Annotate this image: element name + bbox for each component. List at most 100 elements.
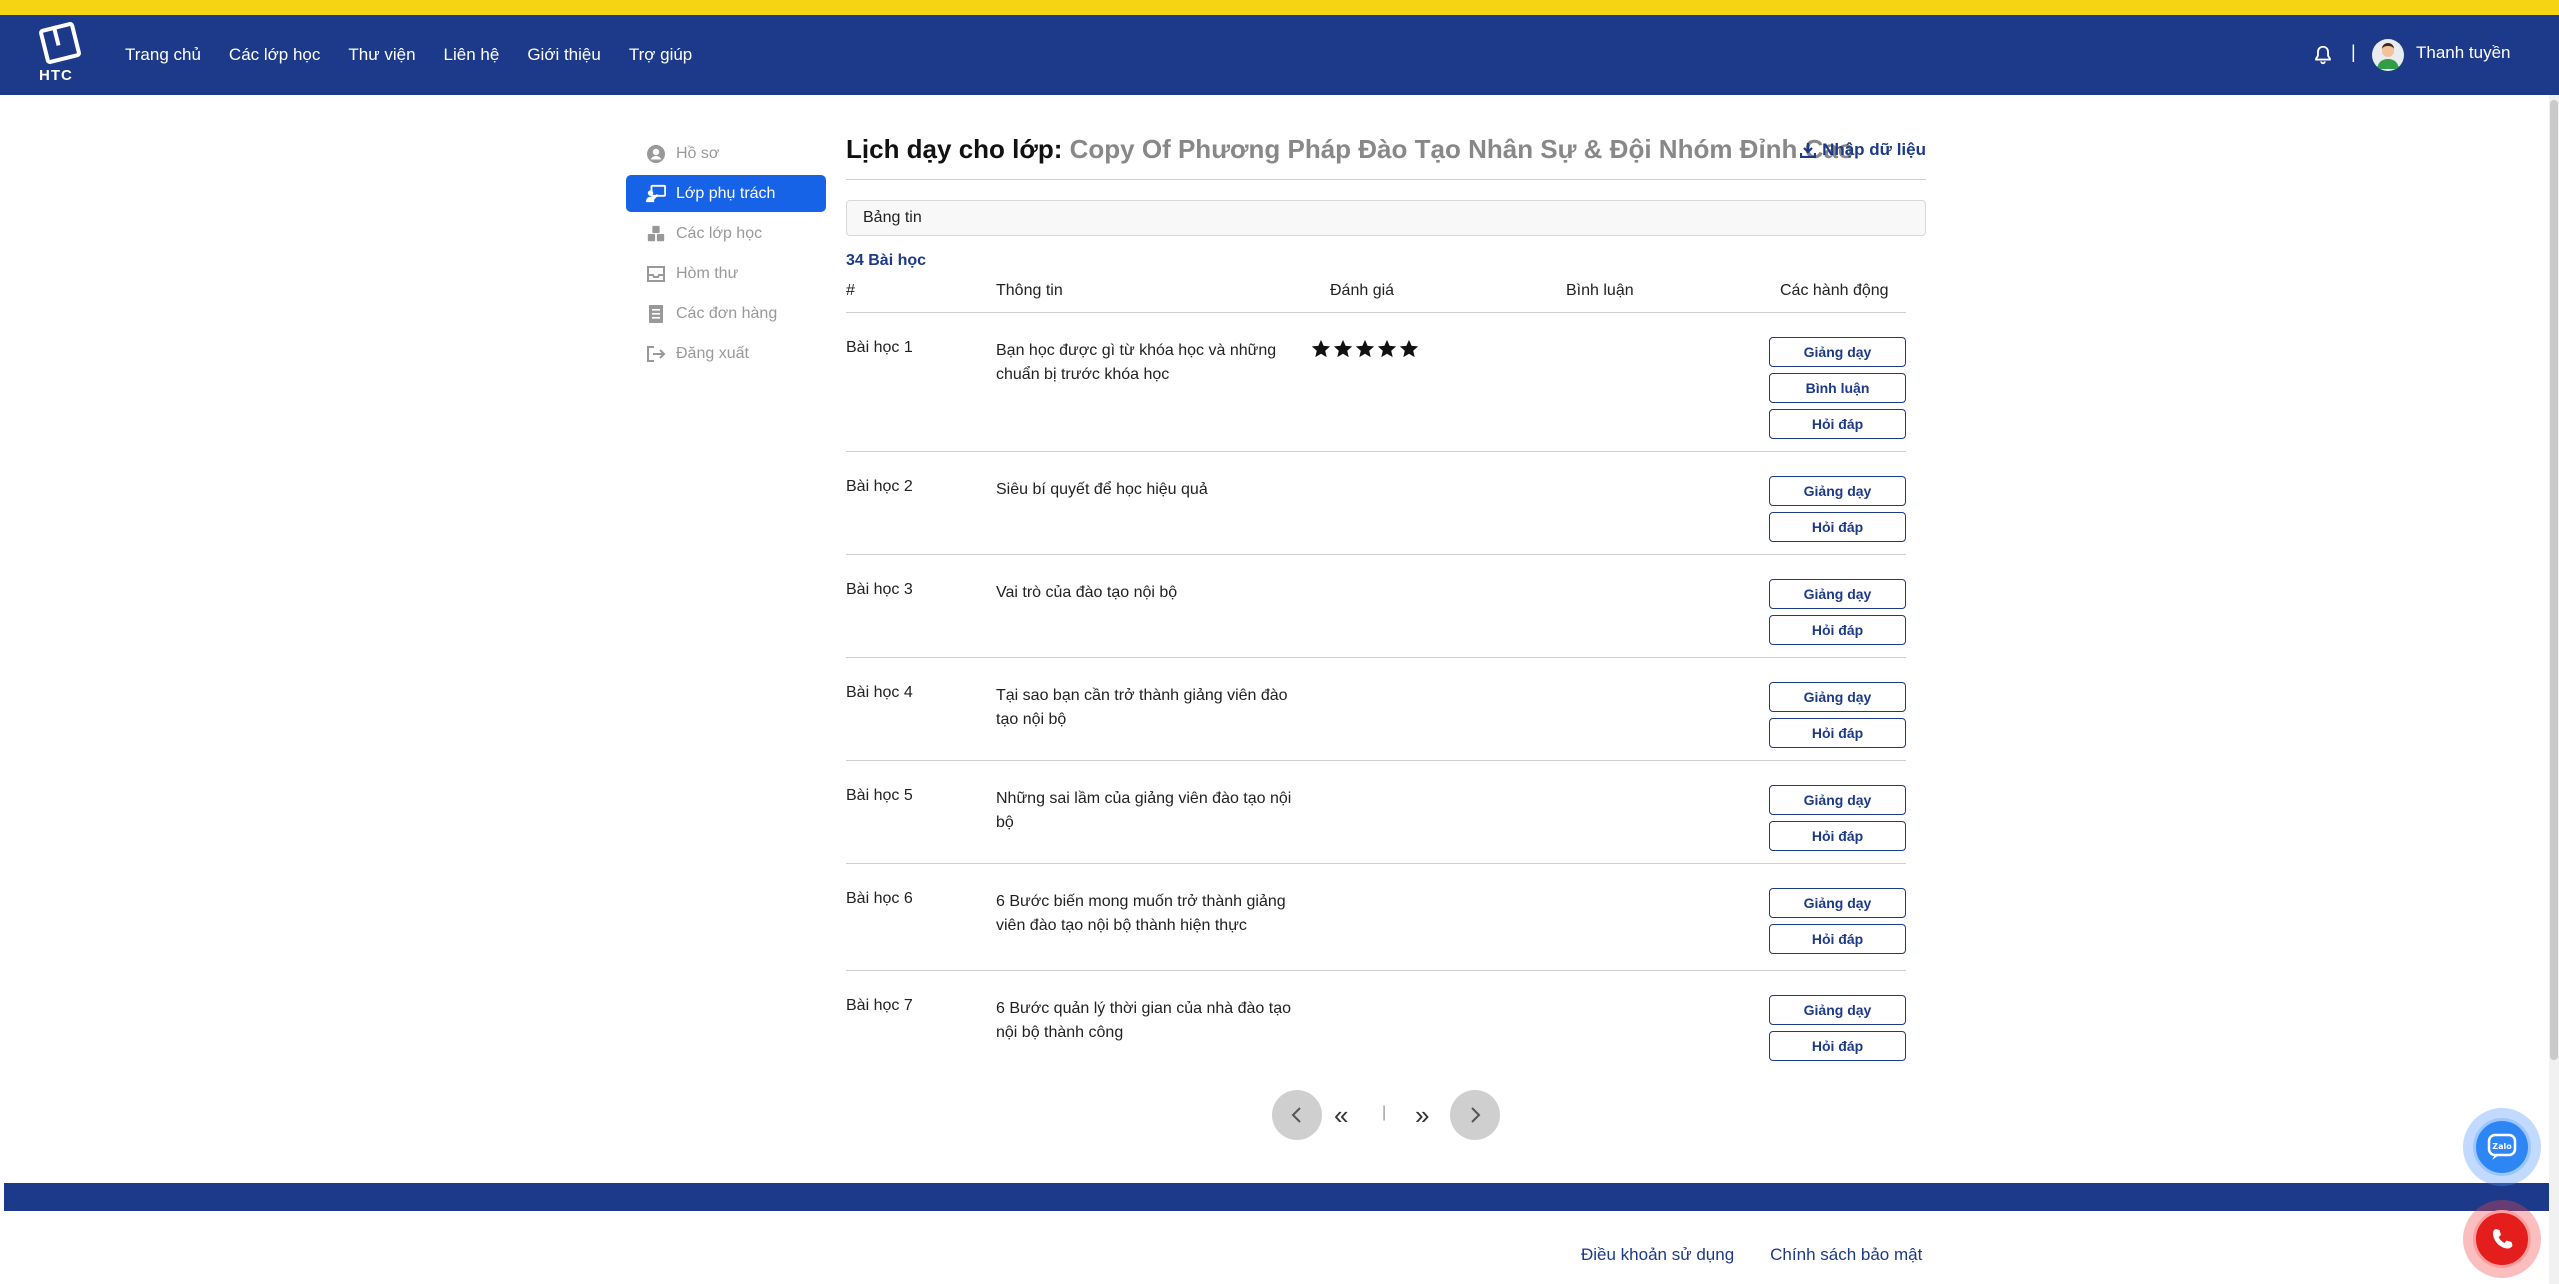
top-navbar: HTC Trang chủ Các lớp học Thư viện Liên … [0, 15, 2559, 95]
logo-mark [38, 21, 82, 65]
lesson-info[interactable]: Vai trò của đào tạo nội bộ [996, 581, 1296, 605]
zalo-label: Zalo [2492, 1142, 2512, 1151]
lesson-info[interactable]: Siêu bí quyết để học hiệu quả [996, 478, 1296, 502]
sidebar-item-inbox[interactable]: Hòm thư [626, 255, 826, 292]
page-title-prefix: Lịch dạy cho lớp: [846, 134, 1063, 164]
lesson-actions: Giảng dạy Hỏi đáp [1769, 476, 1906, 548]
nav-about[interactable]: Giới thiệu [527, 45, 601, 65]
inbox-icon [646, 264, 666, 284]
col-header-num: # [846, 282, 855, 299]
sidebar-item-profile[interactable]: Hồ sơ [626, 135, 826, 172]
call-button[interactable] [2463, 1200, 2541, 1278]
table-row: Bài học 1 Bạn học được gì từ khóa học và… [846, 313, 1906, 452]
lesson-actions: Giảng dạy Hỏi đáp [1769, 682, 1906, 754]
notification-bell-icon[interactable] [2312, 43, 2334, 67]
lesson-number: Bài học 7 [846, 997, 913, 1014]
lesson-number: Bài học 4 [846, 684, 913, 701]
lesson-actions: Giảng dạy Hỏi đáp [1769, 579, 1906, 651]
logo-text: HTC [39, 67, 73, 84]
teach-button[interactable]: Giảng dạy [1769, 785, 1906, 815]
import-data-button[interactable]: Nhập dữ liệu [1800, 140, 1926, 160]
lesson-count: 34 Bài học [846, 252, 927, 269]
lesson-info[interactable]: 6 Bước biến mong muốn trở thành giảng vi… [996, 890, 1296, 938]
prev-page-button[interactable] [1272, 1090, 1322, 1140]
qa-button[interactable]: Hỏi đáp [1769, 409, 1906, 439]
chevron-right-icon [1471, 1107, 1481, 1123]
lesson-number: Bài học 6 [846, 890, 913, 907]
footer-bar [4, 1183, 2549, 1211]
newsboard-tab[interactable]: Bảng tin [846, 200, 1926, 236]
lesson-number: Bài học 3 [846, 581, 913, 598]
sidebar-item-classes[interactable]: Các lớp học [626, 215, 826, 252]
nav-contact[interactable]: Liên hệ [444, 45, 500, 65]
sidebar-item-assigned-classes[interactable]: Lớp phụ trách [626, 175, 826, 212]
chalkboard-teacher-icon [646, 184, 666, 204]
table-row: Bài học 5 Những sai lầm của giảng viên đ… [846, 761, 1906, 864]
privacy-link[interactable]: Chính sách bảo mật [1770, 1245, 1922, 1265]
zalo-chat-button[interactable]: Zalo [2463, 1108, 2541, 1186]
main-nav: Trang chủ Các lớp học Thư viện Liên hệ G… [125, 15, 720, 95]
comment-button[interactable]: Bình luận [1769, 373, 1906, 403]
nav-help[interactable]: Trợ giúp [629, 45, 692, 65]
col-header-actions: Các hành động [1780, 282, 1889, 299]
teach-button[interactable]: Giảng dạy [1769, 337, 1906, 367]
sidebar-item-label: Lớp phụ trách [676, 184, 776, 202]
col-header-rating: Đánh giá [1330, 282, 1395, 299]
top-accent-stripe [0, 0, 2559, 15]
lesson-info[interactable]: Bạn học được gì từ khóa học và những chu… [996, 339, 1296, 387]
lesson-number: Bài học 1 [846, 339, 913, 356]
phone-icon [2473, 1210, 2531, 1268]
lesson-number: Bài học 5 [846, 787, 913, 804]
course-name: Copy Of Phương Pháp Đào Tạo Nhân Sự & Độ… [1069, 134, 1854, 164]
site-logo[interactable]: HTC [38, 21, 84, 87]
qa-button[interactable]: Hỏi đáp [1769, 821, 1906, 851]
col-header-comments: Bình luận [1566, 282, 1634, 299]
next-page-button[interactable] [1450, 1090, 1500, 1140]
user-avatar-icon [2377, 43, 2399, 69]
teach-button[interactable]: Giảng dạy [1769, 888, 1906, 918]
sidebar-item-orders[interactable]: Các đơn hàng [626, 295, 826, 332]
lesson-info[interactable]: 6 Bước quản lý thời gian của nhà đào tạo… [996, 997, 1296, 1045]
qa-button[interactable]: Hỏi đáp [1769, 1031, 1906, 1061]
last-page-button[interactable]: » [1415, 1100, 1429, 1131]
col-header-info: Thông tin [996, 282, 1063, 299]
table-row: Bài học 7 6 Bước quản lý thời gian của n… [846, 971, 1906, 1076]
first-page-button[interactable]: « [1334, 1100, 1348, 1131]
teach-button[interactable]: Giảng dạy [1769, 995, 1906, 1025]
teach-button[interactable]: Giảng dạy [1769, 682, 1906, 712]
lesson-info[interactable]: Những sai lầm của giảng viên đào tạo nội… [996, 787, 1296, 835]
qa-button[interactable]: Hỏi đáp [1769, 924, 1906, 954]
star-icon [1377, 339, 1397, 358]
user-name[interactable]: Thanh tuyền [2416, 43, 2511, 63]
lesson-actions: Giảng dạy Bình luận Hỏi đáp [1769, 337, 1906, 445]
lesson-number: Bài học 2 [846, 478, 913, 495]
terms-link[interactable]: Điều khoản sử dụng [1581, 1245, 1734, 1265]
cubes-icon [646, 224, 666, 244]
table-row: Bài học 4 Tại sao bạn cần trở thành giản… [846, 658, 1906, 761]
sidebar-item-logout[interactable]: Đăng xuất [626, 335, 826, 372]
lesson-actions: Giảng dạy Hỏi đáp [1769, 785, 1906, 857]
teach-button[interactable]: Giảng dạy [1769, 476, 1906, 506]
account-sidebar: Hồ sơ Lớp phụ trách Các lớp học Hòm thư … [626, 135, 826, 375]
page-scrollbar-thumb[interactable] [2550, 100, 2558, 1060]
user-circle-icon [646, 144, 666, 164]
nav-home[interactable]: Trang chủ [125, 45, 201, 65]
user-avatar[interactable] [2372, 39, 2404, 71]
sign-out-icon [646, 344, 666, 364]
qa-button[interactable]: Hỏi đáp [1769, 718, 1906, 748]
lesson-info[interactable]: Tại sao bạn cần trở thành giảng viên đào… [996, 684, 1296, 732]
nav-library[interactable]: Thư viện [348, 45, 415, 65]
table-row: Bài học 2 Siêu bí quyết để học hiệu quả … [846, 452, 1906, 555]
lesson-actions: Giảng dạy Hỏi đáp [1769, 888, 1906, 960]
page-header: Lịch dạy cho lớp: Copy Of Phương Pháp Đà… [846, 130, 1926, 180]
lessons-table: # Thông tin Đánh giá Bình luận Các hành … [846, 280, 1906, 1076]
pagination-separator: | [1382, 1104, 1387, 1121]
star-icon [1355, 339, 1375, 358]
footer-links: Điều khoản sử dụng Chính sách bảo mật [1581, 1245, 1958, 1265]
star-icon [1333, 339, 1353, 358]
nav-classes[interactable]: Các lớp học [229, 45, 320, 65]
table-row: Bài học 3 Vai trò của đào tạo nội bộ Giả… [846, 555, 1906, 658]
qa-button[interactable]: Hỏi đáp [1769, 512, 1906, 542]
teach-button[interactable]: Giảng dạy [1769, 579, 1906, 609]
qa-button[interactable]: Hỏi đáp [1769, 615, 1906, 645]
